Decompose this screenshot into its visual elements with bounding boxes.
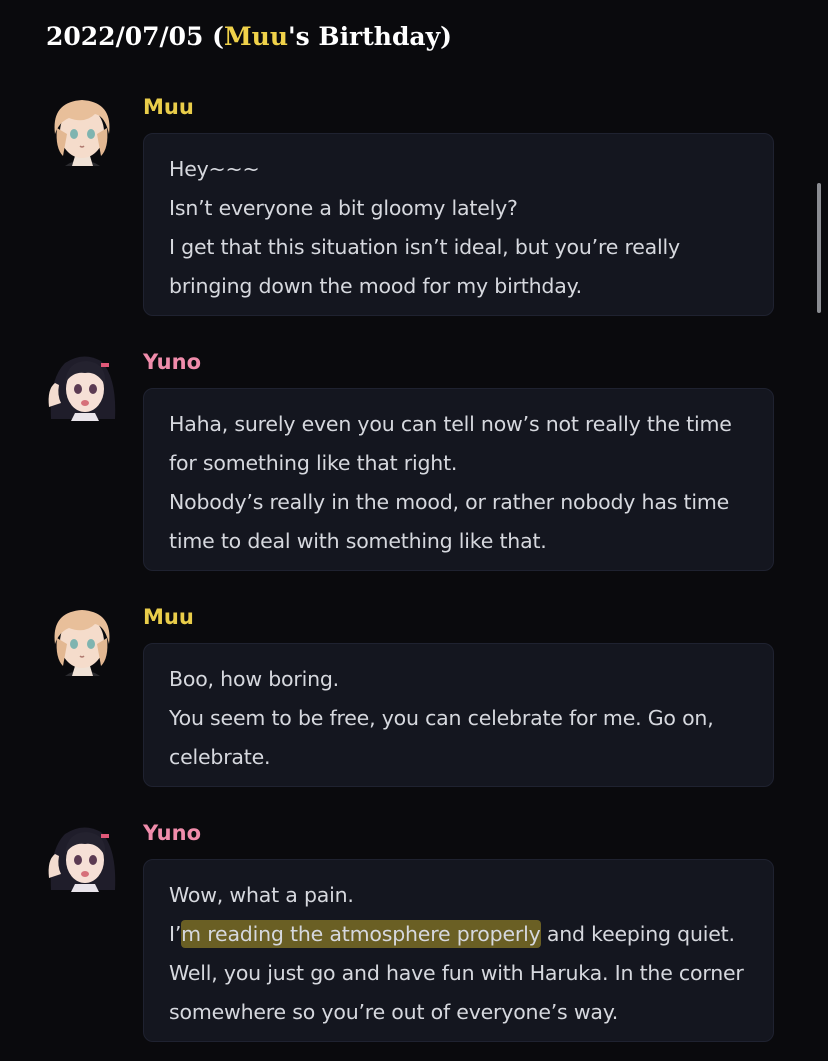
title-paren-open: ( — [203, 22, 224, 51]
message-bubble: Haha, surely even you can tell now’s not… — [143, 388, 774, 571]
message-line: Hey~~~ — [169, 157, 260, 181]
speaker-name: Muu — [143, 95, 194, 119]
message-line: Isn’t everyone a bit gloomy lately? — [169, 196, 518, 220]
message-line: celebrate. — [169, 745, 271, 769]
message-bubble: Wow, what a pain. I’m reading the atmosp… — [143, 859, 774, 1042]
message-line: Haha, surely even you can tell now’s not… — [169, 412, 732, 436]
message-line: for something like that right. — [169, 451, 458, 475]
title-name: Muu — [223, 22, 288, 51]
message-line: bringing down the mood for my birthday. — [169, 274, 582, 298]
message-line: somewhere so you’re out of everyone’s wa… — [169, 1000, 619, 1024]
yuno-avatar-icon — [45, 820, 120, 895]
message-line: I get that this situation isn’t ideal, b… — [169, 235, 680, 259]
message-line: You seem to be free, you can celebrate f… — [169, 706, 714, 730]
message-line: Wow, what a pain. — [169, 883, 354, 907]
message-line: time to deal with something like that. — [169, 529, 547, 553]
muu-avatar-icon — [45, 604, 120, 679]
muu-avatar-icon — [45, 94, 120, 169]
highlighted-text: m reading the atmosphere properly — [181, 920, 541, 948]
message-line: Boo, how boring. — [169, 667, 339, 691]
speaker-name: Yuno — [143, 350, 202, 374]
message-line: Nobody’s really in the mood, or rather n… — [169, 490, 730, 514]
page-title: 2022/07/05 (Muu's Birthday) — [46, 22, 452, 51]
speaker-name: Yuno — [143, 821, 202, 845]
scrollbar-thumb[interactable] — [817, 183, 821, 313]
message-bubble: Boo, how boring. You seem to be free, yo… — [143, 643, 774, 787]
title-date: 2022/07/05 — [46, 22, 204, 51]
message-bubble: Hey~~~ Isn’t everyone a bit gloomy latel… — [143, 133, 774, 316]
text-after-highlight: and keeping quiet. — [540, 922, 735, 946]
speaker-name: Muu — [143, 605, 194, 629]
yuno-avatar-icon — [45, 349, 120, 424]
text-before-highlight: I’ — [169, 922, 182, 946]
title-suffix: 's Birthday) — [288, 22, 452, 51]
message-line: Well, you just go and have fun with Haru… — [169, 961, 744, 985]
message-line-highlighted: I’m reading the atmosphere properly and … — [169, 915, 763, 954]
